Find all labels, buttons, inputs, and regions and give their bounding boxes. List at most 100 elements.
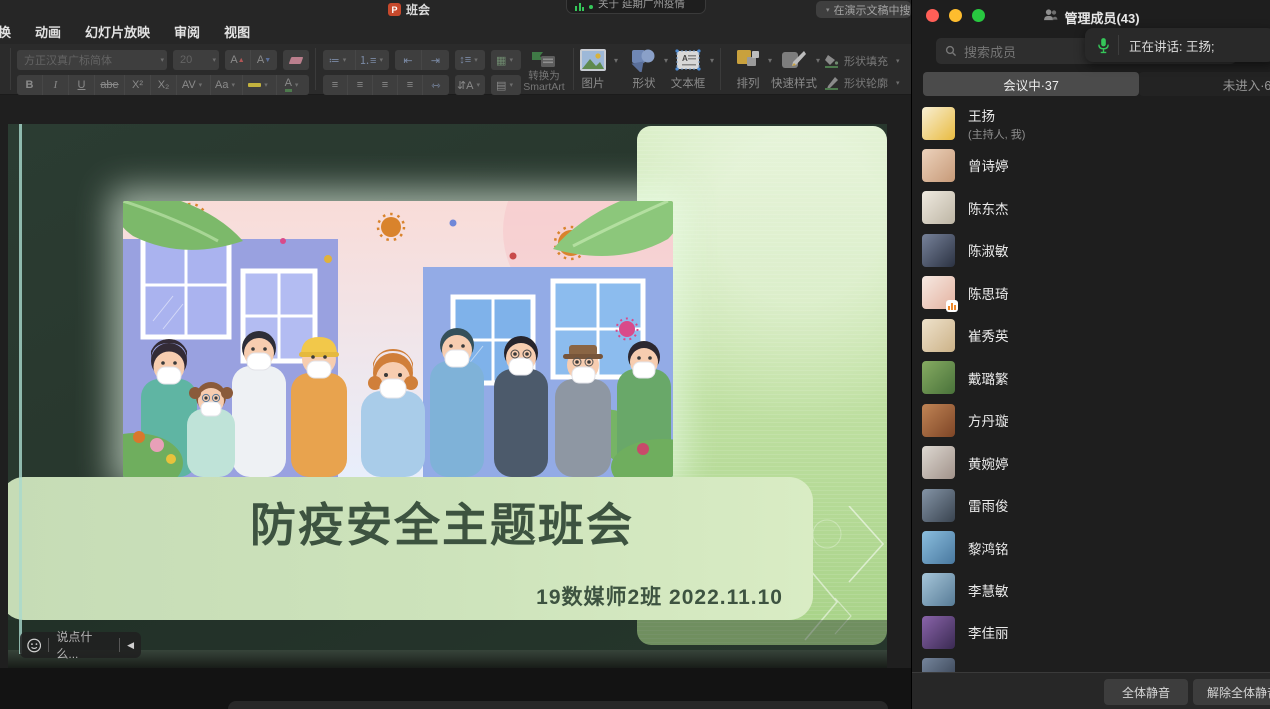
align-text-button[interactable]: ▤▾ — [491, 75, 521, 95]
align-left-button[interactable]: ≡ — [323, 75, 348, 95]
speaking-text: 正在讲话: 王扬; — [1129, 36, 1214, 55]
collapse-chat-icon[interactable]: ◀ — [127, 640, 134, 651]
line-spacing-button[interactable]: ↕≡▾ — [455, 50, 485, 70]
menu-tab-transition[interactable]: 换 — [0, 18, 23, 44]
increase-font-button[interactable]: A▲ — [225, 50, 251, 70]
decrease-indent-button[interactable]: ⇤ — [395, 50, 422, 70]
menu-tab-slideshow[interactable]: 幻灯片放映 — [73, 18, 162, 44]
decrease-font-button[interactable]: A▼ — [251, 50, 277, 70]
font-size-combo[interactable]: 20 ▾ — [173, 50, 219, 70]
chat-bar[interactable]: 说点什么... ◀ — [20, 632, 141, 658]
strikethrough-button[interactable]: abe — [95, 75, 125, 95]
text-direction-button[interactable]: ⇵A▾ — [455, 75, 485, 95]
member-row[interactable]: 李佳丽 — [912, 611, 1270, 653]
font-color-button[interactable]: A▾ — [277, 75, 309, 95]
menu-tab-animation[interactable]: 动画 — [23, 18, 73, 44]
member-row[interactable]: 陈淑敏 — [912, 229, 1270, 271]
columns-icon: ▦▾ — [491, 50, 521, 70]
highlight-color-button[interactable]: ▾ — [243, 75, 277, 95]
textbox-icon: A — [674, 48, 702, 72]
chevron-down-icon[interactable]: ▾ — [816, 56, 820, 65]
smartart-icon — [531, 49, 557, 69]
member-row[interactable]: 崔秀英 — [912, 314, 1270, 356]
member-name: 李慧敏 — [968, 580, 1009, 600]
member-row[interactable]: 戴璐繁 — [912, 357, 1270, 399]
presentation-search[interactable]: ▾ 在演示文稿中搜 — [816, 1, 911, 18]
member-name: 陈东杰 — [968, 198, 1009, 218]
member-name: 黄婉婷 — [968, 453, 1009, 473]
menu-tab-view[interactable]: 视图 — [212, 18, 262, 44]
increase-indent-button[interactable]: ⇥ — [422, 50, 449, 70]
subscript-button[interactable]: X₂ — [151, 75, 177, 95]
member-row[interactable]: 黄婉婷 — [912, 442, 1270, 484]
chevron-down-icon: ▾ — [893, 79, 903, 87]
align-right-button[interactable]: ≡ — [373, 75, 398, 95]
font-name-combo[interactable]: 方正汉真广标简体 ▾ — [17, 50, 167, 70]
unmute-all-button[interactable]: 解除全体静音 — [1193, 679, 1270, 705]
superscript-button[interactable]: X² — [125, 75, 151, 95]
insert-shapes-button[interactable]: 形状 — [622, 48, 666, 91]
member-row[interactable]: 雷雨俊 — [912, 484, 1270, 526]
menu-bar: 换 动画 幻灯片放映 审阅 视图 — [0, 18, 911, 44]
chat-input-placeholder[interactable]: 说点什么... — [56, 628, 112, 662]
chevron-down-icon[interactable]: ▾ — [614, 56, 618, 65]
clear-format-button[interactable] — [283, 50, 309, 70]
search-placeholder: 在演示文稿中搜 — [834, 2, 911, 18]
mute-all-button[interactable]: 全体静音 — [1104, 679, 1188, 705]
shape-fill-button[interactable]: 形状填充 ▾ — [824, 52, 908, 70]
member-row[interactable]: 方丹璇 — [912, 399, 1270, 441]
insert-picture-button[interactable]: 图片 — [571, 48, 615, 91]
align-group: ≡ ≡ ≡ ≡ ⇿ — [323, 75, 449, 95]
menu-tab-review[interactable]: 审阅 — [162, 18, 212, 44]
char-spacing-button[interactable]: AV▾ — [177, 75, 211, 95]
member-avatar — [922, 107, 955, 140]
tab-in-meeting[interactable]: 会议中·37 — [923, 72, 1139, 96]
member-avatar — [922, 531, 955, 564]
member-row[interactable]: 曾诗婷 — [912, 144, 1270, 186]
quick-style-button[interactable]: 快速样式 — [770, 48, 818, 91]
shape-outline-button[interactable]: 形状轮廓 ▾ — [824, 74, 908, 92]
distribute-button[interactable]: ⇿ — [423, 75, 449, 95]
chevron-down-icon[interactable]: ▾ — [710, 56, 714, 65]
eraser-icon — [283, 50, 309, 70]
bold-button[interactable]: B — [17, 75, 43, 95]
slide-illustration[interactable] — [123, 201, 673, 477]
insert-textbox-button[interactable]: A 文本框 — [666, 48, 710, 91]
member-name: 戴璐繁 — [968, 368, 1009, 388]
member-row[interactable]: 陈东杰 — [912, 187, 1270, 229]
chevron-down-icon: ▾ — [893, 57, 903, 65]
member-avatar — [922, 489, 955, 522]
chevron-down-icon: ▾ — [157, 56, 167, 64]
member-tabs: 会议中·37 未进入·6 — [912, 72, 1270, 96]
meeting-members-panel: 管理成员(43) 搜索成员 正在讲话: 王扬; 会议中·37 未进入·6 — [911, 0, 1270, 709]
align-center-button[interactable]: ≡ — [348, 75, 373, 95]
bullet-list-button[interactable]: ≔▾ — [323, 50, 356, 70]
columns-button[interactable]: ▦▾ — [491, 50, 521, 70]
notification-pill[interactable]: 关于 延期广州疫情 — [566, 0, 706, 14]
member-row[interactable] — [912, 654, 1270, 672]
member-avatar — [922, 446, 955, 479]
align-text-icon: ▤▾ — [491, 75, 521, 95]
member-list: 王扬(主持人, 我)曾诗婷陈东杰陈淑敏陈思琦崔秀英戴璐繁方丹璇黄婉婷雷雨俊黎鸿铭… — [912, 102, 1270, 672]
audio-bars-icon — [575, 3, 584, 11]
change-case-button[interactable]: Aa▾ — [211, 75, 243, 95]
member-row[interactable]: 李慧敏 — [912, 569, 1270, 611]
member-row[interactable]: 黎鸿铭 — [912, 527, 1270, 569]
slide-canvas[interactable]: 防疫安全主题班会 19数媒师2班 2022.11.10 — [8, 124, 887, 668]
quick-style-icon — [780, 48, 808, 72]
shapes-icon — [630, 48, 658, 72]
convert-smartart-button[interactable]: 转换为SmartArt — [518, 49, 570, 93]
member-row[interactable]: 陈思琦 — [912, 272, 1270, 314]
editing-canvas: 防疫安全主题班会 19数媒师2班 2022.11.10 — [0, 95, 911, 668]
green-dot-icon — [589, 5, 593, 9]
member-avatar — [922, 658, 955, 672]
numbered-list-button[interactable]: ⒈≡▾ — [356, 50, 389, 70]
arrange-button[interactable]: 排列 — [726, 48, 770, 91]
tab-not-joined[interactable]: 未进入·6 — [1139, 72, 1270, 96]
underline-button[interactable]: U — [69, 75, 95, 95]
powerpoint-icon: P — [388, 3, 401, 16]
divider — [119, 638, 120, 652]
justify-button[interactable]: ≡ — [398, 75, 423, 95]
italic-button[interactable]: I — [43, 75, 69, 95]
member-row[interactable]: 王扬(主持人, 我) — [912, 102, 1270, 144]
